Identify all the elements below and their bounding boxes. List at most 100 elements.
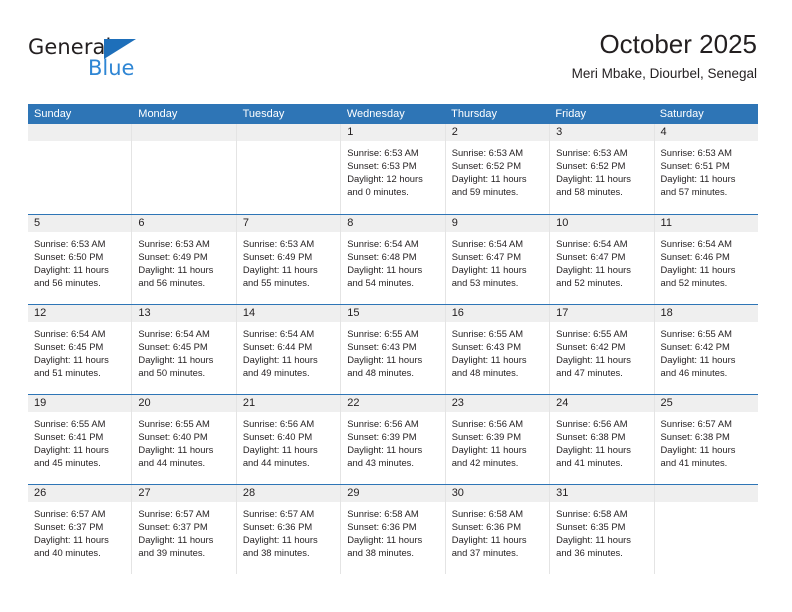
daylight-text-line1: Daylight: 11 hours — [660, 264, 736, 276]
general-blue-logo[interactable]: General Blue — [28, 36, 198, 88]
daylight-text-line2: and 58 minutes. — [556, 186, 623, 198]
daylight-text-line1: Daylight: 11 hours — [242, 354, 318, 366]
sunset-text: Sunset: 6:52 PM — [451, 160, 521, 172]
calendar-day-cell[interactable]: 22 Sunrise: 6:56 AM Sunset: 6:39 PM Dayligh… — [341, 395, 446, 484]
sunset-text: Sunset: 6:49 PM — [138, 251, 208, 263]
day-number: 12 — [28, 305, 132, 322]
calendar-day-cell[interactable]: 11 Sunrise: 6:54 AM Sunset: 6:46 PM Dayligh… — [654, 215, 758, 304]
weekday-header-thursday: Thursday — [451, 108, 497, 120]
sunrise-text: Sunrise: 6:55 AM — [660, 328, 732, 339]
day-number: 3 — [550, 124, 654, 141]
calendar-day-cell-empty — [236, 124, 342, 214]
sunset-text: Sunset: 6:40 PM — [138, 431, 208, 443]
sunrise-text: Sunrise: 6:58 AM — [556, 508, 628, 519]
sunset-text: Sunset: 6:35 PM — [556, 521, 626, 533]
calendar-day-cell[interactable]: 7 Sunrise: 6:53 AM Sunset: 6:49 PM Daylight… — [236, 215, 342, 304]
sunset-text: Sunset: 6:37 PM — [34, 521, 104, 533]
calendar-day-cell[interactable]: 10 Sunrise: 6:54 AM Sunset: 6:47 PM Dayligh… — [550, 215, 655, 304]
daylight-text-line2: and 52 minutes. — [660, 277, 728, 289]
calendar-day-cell[interactable]: 13 Sunrise: 6:54 AM Sunset: 6:45 PM Dayligh… — [132, 305, 237, 394]
sunrise-text: Sunrise: 6:53 AM — [242, 238, 315, 249]
page-header: General Blue October 2025 Meri Mbake, Di… — [28, 28, 757, 92]
sunrise-text: Sunrise: 6:54 AM — [34, 328, 106, 339]
sunrise-text: Sunrise: 6:56 AM — [451, 418, 524, 429]
sunrise-text: Sunrise: 6:57 AM — [138, 508, 210, 519]
calendar-day-cell[interactable]: 12 Sunrise: 6:54 AM Sunset: 6:45 PM Dayligh… — [28, 305, 133, 394]
calendar-day-cell[interactable]: 17 Sunrise: 6:55 AM Sunset: 6:42 PM Dayligh… — [550, 305, 655, 394]
sunrise-text: Sunrise: 6:54 AM — [451, 238, 524, 249]
calendar-day-cell[interactable]: 3 Sunrise: 6:53 AM Sunset: 6:52 PM Daylight… — [550, 124, 655, 214]
logo-text-general: General — [28, 35, 112, 59]
day-sun-info: Sunrise: 6:54 AM Sunset: 6:45 PM Daylight:… — [28, 322, 131, 379]
calendar-day-cell[interactable]: 23 Sunrise: 6:56 AM Sunset: 6:39 PM Dayligh… — [445, 395, 551, 484]
sunrise-text: Sunrise: 6:54 AM — [242, 328, 315, 339]
calendar-day-cell[interactable]: 27 Sunrise: 6:57 AM Sunset: 6:37 PM Dayligh… — [132, 485, 237, 574]
sunrise-text: Sunrise: 6:55 AM — [556, 328, 628, 339]
day-number: 5 — [28, 215, 132, 232]
day-number: 24 — [550, 395, 654, 412]
day-number: 25 — [654, 395, 758, 412]
daylight-text-line2: and 43 minutes. — [347, 457, 414, 469]
daylight-text-line2: and 55 minutes. — [242, 277, 310, 289]
day-sun-info: Sunrise: 6:54 AM Sunset: 6:47 PM Daylight:… — [550, 232, 653, 289]
calendar-day-cell[interactable]: 4 Sunrise: 6:53 AM Sunset: 6:51 PM Daylight… — [654, 124, 758, 214]
calendar-day-cell[interactable]: 24 Sunrise: 6:56 AM Sunset: 6:38 PM Dayligh… — [550, 395, 655, 484]
day-number: 10 — [550, 215, 654, 232]
day-number: 14 — [236, 305, 341, 322]
calendar-day-cell[interactable]: 5 Sunrise: 6:53 AM Sunset: 6:50 PM Daylight… — [28, 215, 133, 304]
sunset-text: Sunset: 6:45 PM — [138, 341, 208, 353]
day-sun-info: Sunrise: 6:53 AM Sunset: 6:49 PM Daylight:… — [237, 232, 340, 289]
calendar-day-cell[interactable]: 29 Sunrise: 6:58 AM Sunset: 6:36 PM Dayligh… — [341, 485, 446, 574]
calendar-day-cell[interactable]: 2 Sunrise: 6:53 AM Sunset: 6:52 PM Daylight… — [445, 124, 551, 214]
calendar-day-cell[interactable]: 20 Sunrise: 6:55 AM Sunset: 6:40 PM Dayligh… — [132, 395, 237, 484]
calendar-day-cell[interactable]: 31 Sunrise: 6:58 AM Sunset: 6:35 PM Dayligh… — [550, 485, 655, 574]
calendar-week-row: 26 Sunrise: 6:57 AM Sunset: 6:37 PM Dayligh… — [28, 484, 758, 574]
daylight-text-line1: Daylight: 11 hours — [34, 354, 109, 366]
day-sun-info: Sunrise: 6:54 AM Sunset: 6:46 PM Daylight:… — [655, 232, 758, 289]
logo-text-blue: Blue — [88, 56, 135, 80]
calendar-day-cell[interactable]: 15 Sunrise: 6:55 AM Sunset: 6:43 PM Dayligh… — [341, 305, 446, 394]
calendar-day-cell[interactable]: 14 Sunrise: 6:54 AM Sunset: 6:44 PM Dayligh… — [236, 305, 342, 394]
calendar-day-cell[interactable]: 8 Sunrise: 6:54 AM Sunset: 6:48 PM Daylight… — [341, 215, 446, 304]
calendar-day-cell[interactable]: 26 Sunrise: 6:57 AM Sunset: 6:37 PM Dayligh… — [28, 485, 133, 574]
calendar-day-cell[interactable]: 19 Sunrise: 6:55 AM Sunset: 6:41 PM Dayligh… — [28, 395, 133, 484]
weekday-header-sunday: Sunday — [34, 108, 72, 120]
sunrise-text: Sunrise: 6:54 AM — [138, 328, 210, 339]
calendar-day-cell-empty — [28, 124, 133, 214]
daylight-text-line1: Daylight: 11 hours — [451, 173, 527, 185]
daylight-text-line1: Daylight: 11 hours — [347, 534, 423, 546]
title-block: October 2025 Meri Mbake, Diourbel, Seneg… — [572, 28, 757, 84]
sunset-text: Sunset: 6:47 PM — [451, 251, 521, 263]
day-number: 31 — [550, 485, 654, 502]
calendar-day-cell[interactable]: 1 Sunrise: 6:53 AM Sunset: 6:53 PM Daylight… — [341, 124, 446, 214]
calendar-day-cell[interactable]: 9 Sunrise: 6:54 AM Sunset: 6:47 PM Daylight… — [445, 215, 551, 304]
daylight-text-line2: and 39 minutes. — [138, 547, 206, 559]
daylight-text-line2: and 44 minutes. — [138, 457, 206, 469]
weekday-header-wednesday: Wednesday — [346, 108, 405, 120]
day-number: 22 — [341, 395, 445, 412]
daylight-text-line1: Daylight: 11 hours — [242, 444, 318, 456]
day-number: 28 — [236, 485, 341, 502]
day-number: 26 — [28, 485, 132, 502]
sunset-text: Sunset: 6:42 PM — [660, 341, 730, 353]
daylight-text-line1: Daylight: 11 hours — [660, 444, 736, 456]
day-number: 20 — [132, 395, 236, 412]
daylight-text-line2: and 54 minutes. — [347, 277, 414, 289]
calendar-day-cell[interactable]: 6 Sunrise: 6:53 AM Sunset: 6:49 PM Daylight… — [132, 215, 237, 304]
sunset-text: Sunset: 6:43 PM — [451, 341, 521, 353]
daylight-text-line2: and 48 minutes. — [347, 367, 414, 379]
sunset-text: Sunset: 6:50 PM — [34, 251, 104, 263]
day-number: 15 — [341, 305, 445, 322]
day-number: 9 — [445, 215, 550, 232]
day-number: 17 — [550, 305, 654, 322]
calendar-day-cell[interactable]: 16 Sunrise: 6:55 AM Sunset: 6:43 PM Dayligh… — [445, 305, 551, 394]
sunset-text: Sunset: 6:42 PM — [556, 341, 626, 353]
daylight-text-line2: and 38 minutes. — [347, 547, 414, 559]
calendar-day-cell[interactable]: 30 Sunrise: 6:58 AM Sunset: 6:36 PM Dayligh… — [445, 485, 551, 574]
calendar-day-cell[interactable]: 18 Sunrise: 6:55 AM Sunset: 6:42 PM Dayligh… — [654, 305, 758, 394]
day-sun-info: Sunrise: 6:58 AM Sunset: 6:35 PM Daylight:… — [550, 502, 653, 559]
calendar-day-cell[interactable]: 28 Sunrise: 6:57 AM Sunset: 6:36 PM Dayligh… — [236, 485, 342, 574]
calendar-day-cell[interactable]: 25 Sunrise: 6:57 AM Sunset: 6:38 PM Dayligh… — [654, 395, 758, 484]
day-number: 18 — [654, 305, 758, 322]
calendar-day-cell[interactable]: 21 Sunrise: 6:56 AM Sunset: 6:40 PM Dayligh… — [236, 395, 342, 484]
